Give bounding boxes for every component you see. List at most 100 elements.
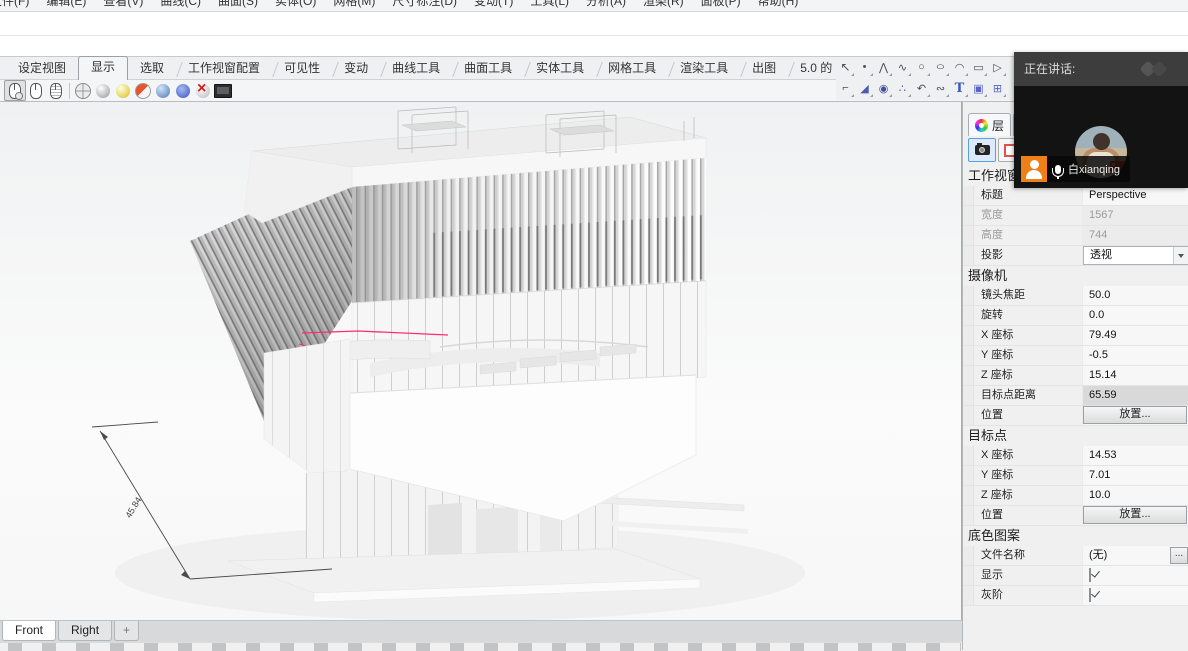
ribbon-tab-11[interactable]: 出图 xyxy=(740,58,788,79)
property-value[interactable]: 15.14 xyxy=(1083,366,1188,385)
property-value[interactable]: -0.5 xyxy=(1083,346,1188,365)
point-cloud-icon[interactable] xyxy=(893,78,912,98)
property-label: 灰阶 xyxy=(974,586,1083,605)
polyline-icon[interactable] xyxy=(874,57,893,77)
ribbon-tab-5[interactable]: 变动 xyxy=(332,58,380,79)
viewport-tab-right[interactable]: Right xyxy=(58,621,112,641)
property-value[interactable]: 放置... xyxy=(1083,506,1188,525)
circle-icon[interactable] xyxy=(912,57,931,77)
point-icon[interactable] xyxy=(855,57,874,77)
property-value[interactable]: 10.0 xyxy=(1083,486,1188,505)
rebuild-curve-icon[interactable] xyxy=(912,78,931,98)
rendered-icon[interactable] xyxy=(113,81,133,100)
property-label: X 座标 xyxy=(974,446,1083,465)
meeting-overlay[interactable]: 正在讲话: 白xianqing xyxy=(1014,52,1188,188)
viewport-perspective[interactable]: 45.84 xyxy=(0,101,962,620)
menu-item-2[interactable]: 查看(V) xyxy=(103,0,143,9)
camera-properties-button[interactable] xyxy=(968,138,996,162)
array-icon[interactable] xyxy=(988,78,1007,98)
menu-item-6[interactable]: 网格(M) xyxy=(333,0,375,9)
ribbon-tab-1[interactable]: 显示 xyxy=(78,56,128,80)
scale-icon[interactable] xyxy=(969,78,988,98)
ribbon-tab-10[interactable]: 渲染工具 xyxy=(668,58,740,79)
menu-item-8[interactable]: 变动(T) xyxy=(474,0,513,9)
property-value[interactable]: 65.59 xyxy=(1083,386,1188,405)
xray-icon[interactable] xyxy=(173,81,193,100)
checkbox-checked[interactable] xyxy=(1089,568,1091,582)
property-value[interactable]: 0.0 xyxy=(1083,306,1188,325)
menu-item-7[interactable]: 尺寸标注(D) xyxy=(392,0,457,9)
mouse-pan-icon[interactable] xyxy=(26,81,46,100)
polygon-icon[interactable] xyxy=(988,57,1007,77)
place-button[interactable]: 放置... xyxy=(1083,506,1187,524)
ribbon-tab-9[interactable]: 网格工具 xyxy=(596,58,668,79)
panel-sections: 工作视窗标题Perspective宽度1567高度744投影透视摄像机镜头焦距5… xyxy=(963,166,1188,606)
property-value[interactable] xyxy=(1083,586,1188,605)
property-row: 目标点距离65.59 xyxy=(963,386,1188,406)
mouse-rotate-icon[interactable] xyxy=(4,80,26,101)
arc-icon[interactable] xyxy=(950,57,969,77)
property-value[interactable]: 14.53 xyxy=(1083,446,1188,465)
artistic-icon[interactable] xyxy=(153,81,173,100)
property-value[interactable]: 7.01 xyxy=(1083,466,1188,485)
place-button[interactable]: 放置... xyxy=(1083,406,1187,424)
tab-properties[interactable]: 层 xyxy=(968,113,1011,136)
menu-item-4[interactable]: 曲面(S) xyxy=(218,0,258,9)
property-row: X 座标14.53 xyxy=(963,446,1188,466)
viewport-tab-front[interactable]: Front xyxy=(2,621,56,641)
command-history xyxy=(0,12,1188,36)
shaded-icon[interactable] xyxy=(93,81,113,100)
checkbox-checked[interactable] xyxy=(1089,588,1091,602)
ghosted-icon[interactable] xyxy=(133,81,153,100)
menu-item-0[interactable]: 文件(F) xyxy=(0,0,29,9)
property-value[interactable] xyxy=(1083,566,1188,585)
menu-item-11[interactable]: 渲染(R) xyxy=(643,0,684,9)
meeting-overlay-header[interactable]: 正在讲话: xyxy=(1014,52,1188,86)
property-label: Y 座标 xyxy=(974,346,1083,365)
menu-item-5[interactable]: 实体(O) xyxy=(275,0,316,9)
property-value[interactable]: 50.0 xyxy=(1083,286,1188,305)
ribbon-tab-6[interactable]: 曲线工具 xyxy=(380,58,452,79)
property-value[interactable]: Perspective xyxy=(1083,186,1188,205)
dropdown-arrow-icon[interactable] xyxy=(1173,247,1188,264)
render-off-icon[interactable] xyxy=(193,81,213,100)
property-value[interactable]: (无)... xyxy=(1083,546,1188,565)
handlebar-icon[interactable] xyxy=(931,78,950,98)
fullscreen-icon[interactable] xyxy=(213,81,233,100)
property-value[interactable]: 透视 xyxy=(1083,246,1188,265)
wireframe-icon[interactable] xyxy=(73,81,93,100)
row-gutter xyxy=(963,326,974,345)
property-value: 744 xyxy=(1083,226,1188,245)
ellipse-icon[interactable] xyxy=(931,57,950,77)
text-icon[interactable] xyxy=(950,78,969,98)
ribbon-tab-8[interactable]: 实体工具 xyxy=(524,58,596,79)
main-toolbar-row-2 xyxy=(836,78,1014,99)
property-label: 投影 xyxy=(974,246,1083,265)
menu-item-12[interactable]: 面板(P) xyxy=(701,0,741,9)
ribbon-tab-3[interactable]: 工作视窗配置 xyxy=(176,58,272,79)
add-viewport-tab[interactable]: + xyxy=(114,621,139,641)
ribbon-tab-4[interactable]: 可见性 xyxy=(272,58,332,79)
row-gutter xyxy=(963,546,974,565)
property-value[interactable]: 79.49 xyxy=(1083,326,1188,345)
menu-item-13[interactable]: 帮助(H) xyxy=(758,0,799,9)
menu-item-9[interactable]: 工具(L) xyxy=(530,0,569,9)
extend-icon[interactable] xyxy=(836,78,855,98)
pointer-icon[interactable] xyxy=(836,57,855,77)
command-prompt[interactable] xyxy=(0,36,1188,56)
property-value[interactable]: 放置... xyxy=(1083,406,1188,425)
ribbon-tab-0[interactable]: 设定视图 xyxy=(6,58,78,79)
ribbon-tab-2[interactable]: 选取 xyxy=(128,58,176,79)
rectangle-icon[interactable] xyxy=(969,57,988,77)
fillet-icon[interactable] xyxy=(855,78,874,98)
mouse-zoom-icon[interactable] xyxy=(46,81,66,100)
curve-icon[interactable] xyxy=(893,57,912,77)
browse-button[interactable]: ... xyxy=(1170,547,1188,564)
menu-item-1[interactable]: 编辑(E) xyxy=(46,0,86,9)
property-row: 显示 xyxy=(963,566,1188,586)
property-row: 位置放置... xyxy=(963,406,1188,426)
menu-item-3[interactable]: 曲线(C) xyxy=(160,0,201,9)
surface-icon[interactable] xyxy=(874,78,893,98)
ribbon-tab-7[interactable]: 曲面工具 xyxy=(452,58,524,79)
menu-item-10[interactable]: 分析(A) xyxy=(586,0,626,9)
